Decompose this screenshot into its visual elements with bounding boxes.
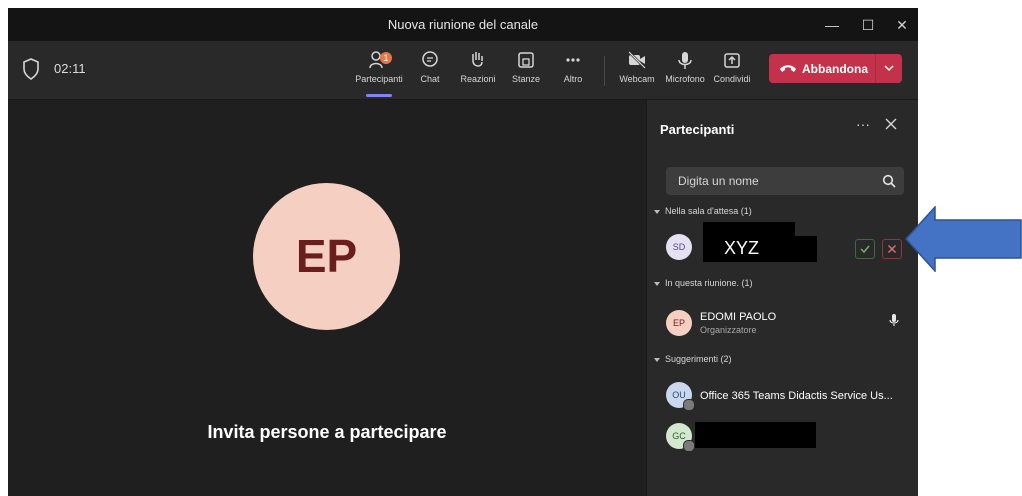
share-icon <box>724 53 740 68</box>
active-tab-indicator <box>366 94 392 97</box>
search-input[interactable]: Digita un nome <box>666 167 904 195</box>
close-icon[interactable] <box>885 118 897 130</box>
chevron-down-icon[interactable] <box>879 60 899 77</box>
invite-text: Invita persone a partecipare <box>207 422 447 442</box>
panel-more-button[interactable]: ··· <box>856 116 870 132</box>
meeting-toolbar: 02:11 Partecipanti 1 Chat Reazioni Stanz… <box>8 41 918 100</box>
deny-button[interactable] <box>882 239 902 259</box>
chat-button[interactable]: Chat <box>415 49 445 84</box>
title-bar: Nuova riunione del canale — ☐ ✕ <box>8 8 918 41</box>
window-title: Nuova riunione del canale <box>387 17 539 32</box>
microphone-button[interactable]: Microfono <box>661 49 709 84</box>
close-icon <box>887 244 897 254</box>
search-icon <box>882 174 896 188</box>
rooms-icon <box>518 52 534 68</box>
minimize-button[interactable]: — <box>815 12 849 38</box>
hand-icon <box>472 52 483 67</box>
microphone-icon <box>678 52 692 69</box>
participant-name: EDOMI PAOLO <box>700 311 777 323</box>
chat-icon <box>422 51 438 67</box>
participant-avatar-large: EP <box>253 183 400 330</box>
more-button[interactable]: Altro <box>558 49 588 84</box>
collapse-triangle-icon <box>654 357 660 362</box>
share-button[interactable]: Condividi <box>711 49 753 84</box>
toolbar-divider <box>604 56 605 86</box>
rooms-button[interactable]: Stanze <box>508 49 544 84</box>
admit-button[interactable] <box>855 239 875 259</box>
microphone-icon <box>889 314 899 326</box>
leave-button[interactable]: Abbandona <box>769 54 902 83</box>
suggestion-name[interactable]: Office 365 Teams Didactis Service Us... <box>700 390 893 402</box>
reactions-button[interactable]: Reazioni <box>457 49 499 84</box>
participants-button[interactable]: Partecipanti <box>354 49 404 84</box>
offline-status-icon <box>683 399 695 411</box>
close-window-button[interactable]: ✕ <box>885 12 918 38</box>
collapse-triangle-icon <box>654 209 660 214</box>
redaction-box <box>703 222 795 236</box>
redaction-box <box>695 422 816 448</box>
redaction-box <box>703 236 817 262</box>
participants-panel: Partecipanti ··· Digita un nome Nella sa… <box>646 100 918 496</box>
leave-divider <box>875 54 876 83</box>
phone-hangup-icon <box>780 65 796 72</box>
avatar: EP <box>666 310 692 336</box>
checkmark-icon <box>860 245 870 254</box>
in-meeting-section-header[interactable]: In questa riunione. (1) <box>654 278 753 288</box>
offline-status-icon <box>683 440 695 452</box>
participant-role: Organizzatore <box>700 325 757 335</box>
annotation-arrow-icon <box>905 206 1022 272</box>
collapse-triangle-icon <box>654 281 660 286</box>
panel-title: Partecipanti <box>660 122 735 137</box>
shield-icon <box>23 58 39 80</box>
lobby-participant-name: XYZ <box>724 238 760 258</box>
lobby-section-header[interactable]: Nella sala d'attesa (1) <box>654 206 752 216</box>
camera-off-icon <box>628 51 646 69</box>
avatar: SD <box>666 234 692 260</box>
suggestions-section-header[interactable]: Suggerimenti (2) <box>654 354 732 364</box>
meeting-timer: 02:11 <box>54 61 86 76</box>
maximize-button[interactable]: ☐ <box>851 12 885 38</box>
webcam-button[interactable]: Webcam <box>617 49 657 84</box>
participants-badge: 1 <box>380 52 392 64</box>
more-icon <box>566 58 580 62</box>
